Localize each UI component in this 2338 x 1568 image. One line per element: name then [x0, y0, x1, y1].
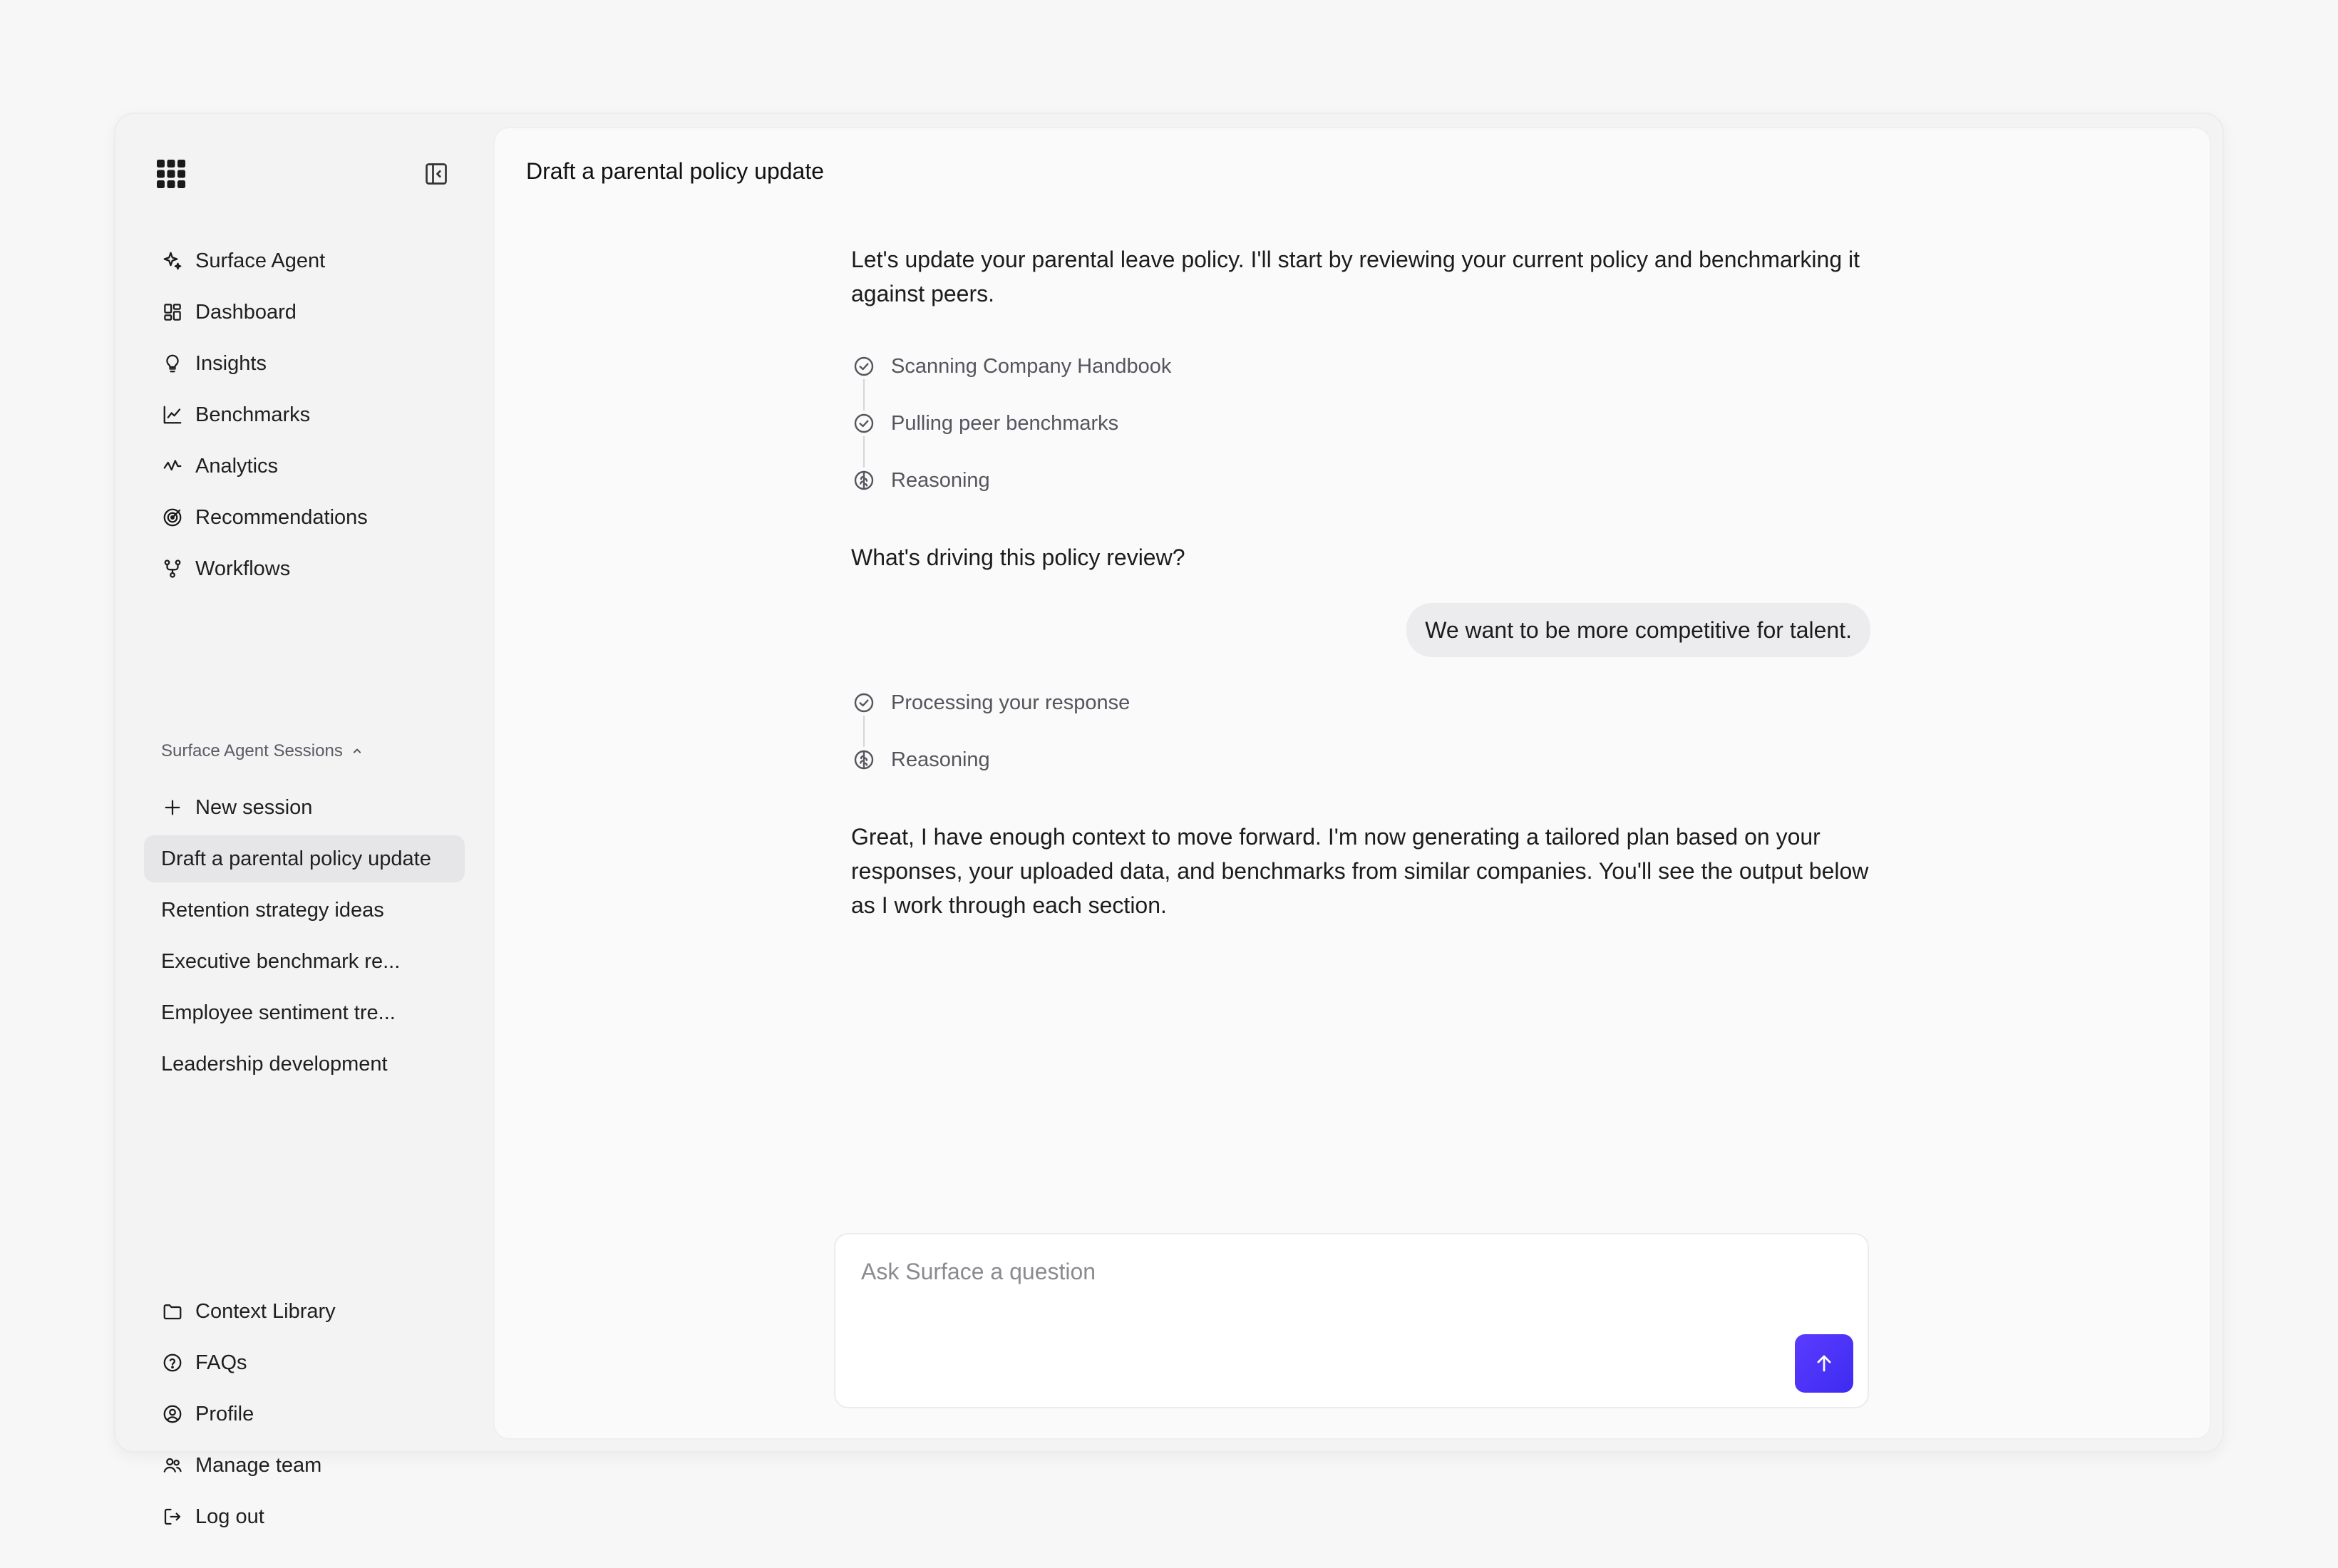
nav-item-analytics[interactable]: Analytics	[144, 440, 465, 492]
logout-icon	[161, 1505, 184, 1528]
dashboard-icon	[161, 301, 184, 324]
step-label: Scanning Company Handbook	[891, 354, 1172, 378]
step-item: Pulling peer benchmarks	[851, 395, 1870, 452]
target-icon	[161, 506, 184, 529]
sessions-header-label: Surface Agent Sessions	[161, 741, 343, 760]
agent-steps: Processing your response Reasoning	[851, 674, 1870, 788]
nav-item-insights[interactable]: Insights	[144, 338, 465, 389]
nav-label: Benchmarks	[195, 403, 311, 426]
nav-item-profile[interactable]: Profile	[144, 1388, 465, 1440]
nav-label: Insights	[195, 351, 267, 375]
session-item[interactable]: Draft a parental policy update	[144, 835, 465, 882]
new-session-button[interactable]: New session	[144, 784, 465, 831]
nav-label: Dashboard	[195, 300, 297, 324]
check-circle-icon	[851, 354, 877, 379]
chevron-up-icon	[353, 748, 361, 753]
nav-item-manage-team[interactable]: Manage team	[144, 1440, 465, 1491]
nav-item-faqs[interactable]: FAQs	[144, 1337, 465, 1388]
question-input[interactable]	[861, 1254, 1788, 1289]
composer	[834, 1233, 1869, 1408]
step-label: Pulling peer benchmarks	[891, 411, 1119, 435]
step-item: Processing your response	[851, 674, 1870, 731]
nav-label: Analytics	[195, 454, 279, 478]
nav-label: Manage team	[195, 1453, 322, 1477]
step-item: Scanning Company Handbook	[851, 338, 1870, 395]
chart-up-icon	[161, 403, 184, 426]
nav-label: Context Library	[195, 1299, 336, 1323]
session-item[interactable]: Retention strategy ideas	[144, 887, 465, 934]
nav-item-workflows[interactable]: Workflows	[144, 543, 465, 594]
brain-icon	[851, 468, 877, 493]
users-icon	[161, 1454, 184, 1477]
user-message-row: We want to be more competitive for talen…	[851, 603, 1870, 657]
collapse-sidebar-icon[interactable]	[423, 161, 449, 187]
new-session-label: New session	[195, 795, 313, 819]
step-label: Reasoning	[891, 748, 990, 771]
sessions-section-toggle[interactable]: Surface Agent Sessions	[161, 741, 364, 761]
conversation-thread: Let's update your parental leave policy.…	[851, 242, 1870, 922]
activity-icon	[161, 455, 184, 478]
nav-label: Log out	[195, 1505, 264, 1528]
workflow-icon	[161, 557, 184, 580]
assistant-question: What's driving this policy review?	[851, 545, 1185, 570]
step-label: Processing your response	[891, 691, 1131, 714]
nav-item-dashboard[interactable]: Dashboard	[144, 287, 465, 338]
page-title: Draft a parental policy update	[526, 158, 825, 184]
lightbulb-icon	[161, 352, 184, 375]
check-circle-icon	[851, 690, 877, 716]
user-message: We want to be more competitive for talen…	[1406, 603, 1870, 657]
help-circle-icon	[161, 1351, 184, 1374]
session-item[interactable]: Leadership development	[144, 1041, 465, 1088]
secondary-nav: Context Library FAQs Profile Manage team	[144, 1286, 465, 1542]
user-circle-icon	[161, 1403, 184, 1425]
session-item[interactable]: Executive benchmark re...	[144, 938, 465, 985]
nav-label: Profile	[195, 1402, 254, 1425]
nav-label: Recommendations	[195, 505, 368, 529]
step-item: Reasoning	[851, 452, 1870, 509]
check-circle-icon	[851, 411, 877, 436]
nav-item-context-library[interactable]: Context Library	[144, 1286, 465, 1337]
arrow-up-icon	[1817, 1355, 1831, 1372]
nav-item-benchmarks[interactable]: Benchmarks	[144, 389, 465, 440]
sidebar: Surface Agent Dashboard Insights Benchma…	[115, 114, 493, 1528]
sessions-list: New session Draft a parental policy upda…	[144, 784, 465, 1092]
assistant-message: Great, I have enough context to move for…	[851, 824, 1869, 918]
folder-icon	[161, 1300, 184, 1323]
app-window: Surface Agent Dashboard Insights Benchma…	[114, 113, 2224, 1528]
step-item: Reasoning	[851, 731, 1870, 788]
plus-icon	[161, 796, 184, 819]
nav-label: Workflows	[195, 557, 291, 580]
nav-label: FAQs	[195, 1351, 247, 1374]
session-item[interactable]: Employee sentiment tre...	[144, 989, 465, 1036]
primary-nav: Surface Agent Dashboard Insights Benchma…	[144, 235, 465, 594]
nav-item-recommendations[interactable]: Recommendations	[144, 492, 465, 543]
assistant-message: Let's update your parental leave policy.…	[851, 247, 1860, 306]
nav-item-surface-agent[interactable]: Surface Agent	[144, 235, 465, 287]
app-grid-icon[interactable]	[155, 158, 187, 190]
nav-item-log-out[interactable]: Log out	[144, 1491, 465, 1542]
nav-label: Surface Agent	[195, 249, 326, 272]
agent-steps: Scanning Company Handbook Pulling peer b…	[851, 338, 1870, 509]
send-button[interactable]	[1795, 1334, 1853, 1393]
step-label: Reasoning	[891, 468, 990, 492]
brain-icon	[851, 747, 877, 773]
sparkle-icon	[161, 249, 184, 272]
